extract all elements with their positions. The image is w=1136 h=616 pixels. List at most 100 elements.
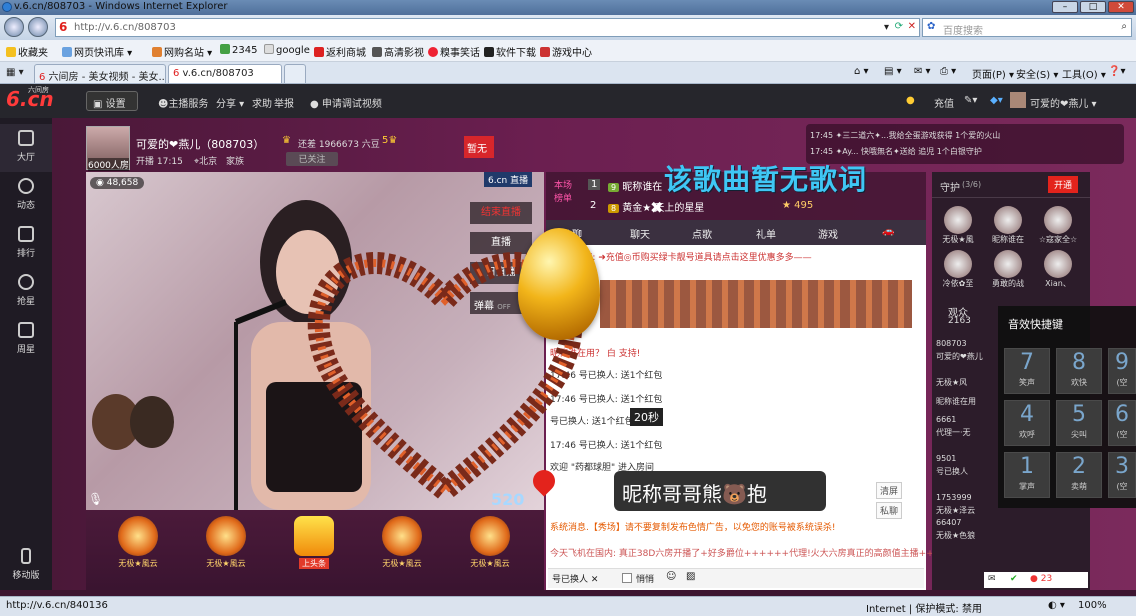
sound-key-4[interactable]: 4 欢呼 [1004, 400, 1050, 446]
settings-button[interactable]: ▣ 设置 [86, 91, 138, 111]
audience-item[interactable]: 9501 [936, 453, 1000, 466]
search-icon[interactable]: ⌕ [1121, 21, 1127, 32]
chat-target-select[interactable]: 号已换人 ✕ [552, 572, 598, 585]
fav-item[interactable]: 软件下载 [484, 44, 536, 59]
open-guard-button[interactable]: 开通 [1048, 176, 1079, 193]
tab-game[interactable]: 游戏 [818, 226, 838, 241]
check-icon[interactable]: ✔ [1010, 574, 1018, 584]
close-lyrics-icon[interactable]: ✖ [650, 198, 663, 217]
audience-item[interactable]: 号已换人 [936, 466, 1000, 479]
fav-item[interactable]: 网页快讯库 ▾ [62, 44, 132, 59]
stop-icon[interactable]: ✕ [908, 21, 916, 32]
help-link[interactable]: 求助 [252, 95, 272, 110]
audience-item[interactable]: 无极★色狼 [936, 530, 1000, 543]
followed-button[interactable]: 已关注 [286, 152, 338, 166]
fav-item[interactable]: 2345 [220, 44, 257, 56]
sound-key-6[interactable]: 6 (空 [1108, 400, 1136, 446]
audience-item[interactable]: 1753999 [936, 492, 1000, 505]
emoji-icon[interactable]: ☺ [666, 571, 676, 582]
sound-key-2[interactable]: 2 卖萌 [1056, 452, 1102, 498]
fav-item[interactable]: 糗事笑话 [428, 44, 480, 59]
favorites-button[interactable]: 收藏夹 [6, 44, 48, 59]
forward-button[interactable] [28, 17, 48, 37]
mail-icon[interactable]: ✉ [988, 574, 996, 584]
maximize-button[interactable]: □ [1080, 1, 1106, 13]
sound-key-5[interactable]: 5 尖叫 [1056, 400, 1102, 446]
tab-6cn-home[interactable]: 6 六间房 - 美女视频 - 美女... [34, 64, 166, 83]
page-menu[interactable]: 页面(P) ▾ [972, 66, 1014, 81]
back-button[interactable] [4, 17, 24, 37]
tab-song[interactable]: 点歌 [692, 226, 712, 241]
edit-icon[interactable]: ✎▾ [964, 95, 977, 106]
guard-member[interactable]: 昵称谁在 [988, 206, 1028, 245]
tab-chat[interactable]: 聊天 [630, 226, 650, 241]
feeds-icon[interactable]: ▤ ▾ [884, 66, 902, 77]
guard-member[interactable]: 无极★風 [938, 206, 978, 245]
print-icon[interactable]: ⎙ ▾ [940, 66, 956, 77]
sound-key-1[interactable]: 1 掌声 [1004, 452, 1050, 498]
headline-gift[interactable]: 上头条 [278, 516, 350, 582]
security-zone[interactable]: Internet | 保护模式: 禁用 [866, 600, 982, 615]
sound-key-8[interactable]: 8 欢快 [1056, 348, 1102, 394]
sound-key-7[interactable]: 7 笑声 [1004, 348, 1050, 394]
zoom-level[interactable]: 100% [1078, 600, 1107, 611]
share-link[interactable]: 分享 ▾ [216, 95, 244, 110]
sound-key-9[interactable]: 9 (空 [1108, 348, 1136, 394]
nav-mobile[interactable]: 移动版 [0, 542, 52, 590]
help-icon[interactable]: ❓▾ [1108, 66, 1125, 77]
audience-item[interactable]: 可爱的❤燕儿 [936, 351, 1000, 364]
audience-item[interactable]: 无极★风 [936, 377, 1000, 390]
safety-menu[interactable]: 安全(S) ▾ [1016, 66, 1058, 81]
rank-row[interactable]: 9 昵称谁在 [608, 178, 662, 193]
tab-giftlist[interactable]: 礼单 [756, 226, 776, 241]
guard-member[interactable]: 冷依✿至 [938, 250, 978, 289]
refresh-icon[interactable]: ⟳ [895, 21, 903, 32]
site-logo[interactable]: 6.cn 六间房 [6, 86, 54, 111]
fav-item[interactable]: 高清影视 [372, 44, 424, 59]
fav-item[interactable]: google [264, 44, 310, 56]
gift-item[interactable]: 无极★風云 [190, 516, 262, 582]
anchor-service-link[interactable]: ☻主播服务 [158, 95, 208, 110]
whisper-checkbox[interactable] [622, 573, 632, 583]
user-menu[interactable]: 可爱的❤燕儿 ▾ [1030, 95, 1097, 110]
home-icon[interactable]: ⌂ ▾ [854, 66, 869, 77]
gift-item[interactable]: 无极★風云 [102, 516, 174, 582]
audience-item[interactable]: 昵称谁在用 [936, 396, 1000, 409]
gift-item[interactable]: 无极★風云 [366, 516, 438, 582]
recharge-link[interactable]: 充值 [934, 95, 954, 110]
sound-key-3[interactable]: 3 (空 [1108, 452, 1136, 498]
report-link[interactable]: 举报 [274, 95, 294, 110]
clear-screen-button[interactable]: 清屏 [876, 482, 903, 499]
search-input[interactable]: ✿ 百度搜索 ⌕ [922, 18, 1132, 37]
user-avatar[interactable] [1010, 92, 1026, 108]
apply-debug-link[interactable]: ● 申请调试视频 [310, 95, 382, 110]
fav-item[interactable]: 返利商城 [314, 44, 366, 59]
audience-item[interactable]: 代理一·无 [936, 427, 1000, 440]
image-icon[interactable]: ▨ [686, 571, 695, 582]
mic-icon[interactable]: 🎙 [88, 492, 103, 506]
nav-rank[interactable]: 排行 [0, 220, 52, 268]
nav-star[interactable]: 抢星 [0, 268, 52, 316]
tools-menu[interactable]: 工具(O) ▾ [1062, 66, 1106, 81]
mail-icon[interactable]: ✉ ▾ [914, 66, 931, 77]
gift-item[interactable]: 无极★風云 [454, 516, 526, 582]
audience-item[interactable]: 808703 [936, 338, 1000, 351]
nav-feed[interactable]: 动态 [0, 172, 52, 220]
fav-item[interactable]: 游戏中心 [540, 44, 592, 59]
guard-member[interactable]: Xian、 [1038, 250, 1078, 289]
protected-icon[interactable]: ◐ ▾ [1048, 600, 1065, 611]
nav-hall[interactable]: 大厅 [0, 124, 52, 172]
audience-item[interactable]: 66407 [936, 517, 1000, 530]
compat-icon[interactable]: ▾ [884, 22, 889, 33]
quick-tabs-icon[interactable]: ▦ ▾ [6, 67, 24, 78]
guard-member[interactable]: ☆寇家全☆ [1036, 206, 1080, 245]
nav-weekly[interactable]: 周星 [0, 316, 52, 364]
audience-item[interactable]: 6661 [936, 414, 1000, 427]
private-chat-button[interactable]: 私聊 [876, 502, 903, 519]
audience-item[interactable]: 无极★泽云 [936, 505, 1000, 518]
new-tab-button[interactable] [284, 64, 306, 83]
guard-member[interactable]: 勇敢的战 [988, 250, 1028, 289]
car-icon[interactable]: 🚗 [882, 226, 894, 237]
tab-room[interactable]: 6 v.6.cn/808703 [168, 64, 282, 83]
close-button[interactable]: ✕ [1108, 1, 1134, 13]
